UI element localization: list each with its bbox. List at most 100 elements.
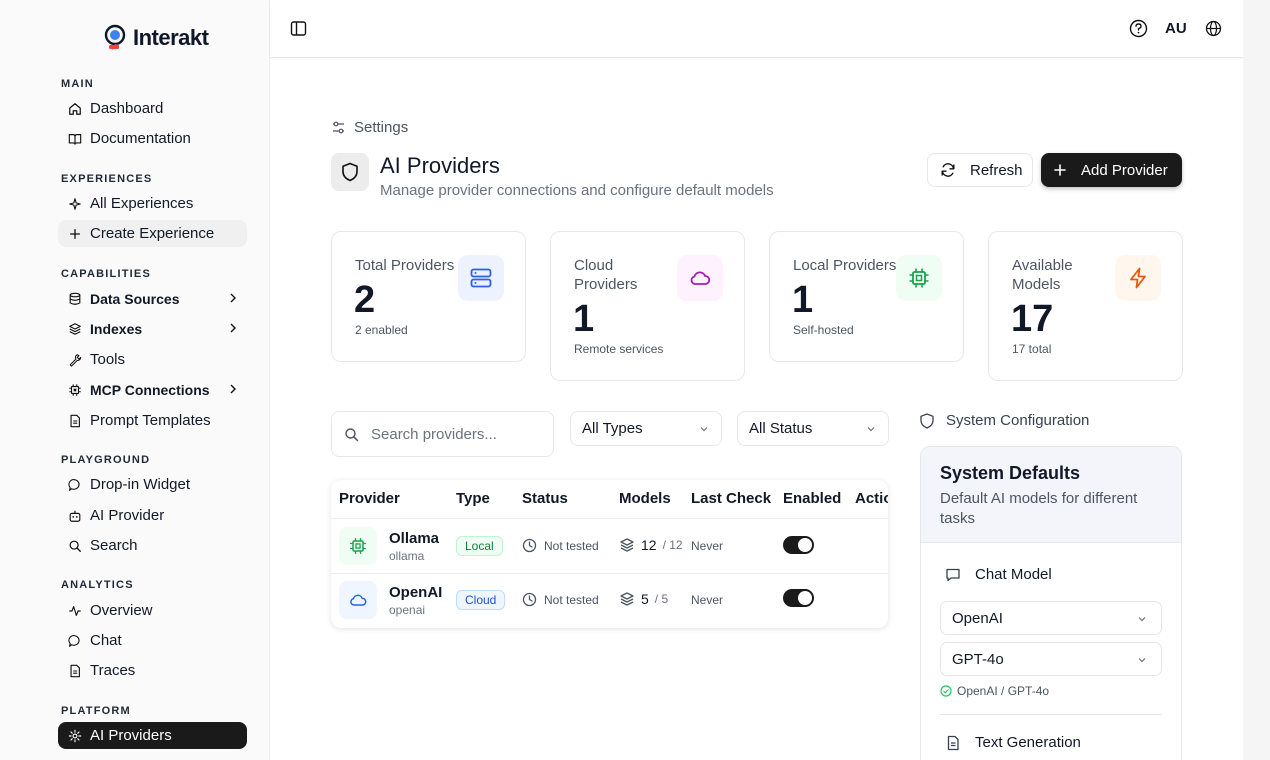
system-configuration-title: System Configuration: [946, 412, 1090, 429]
nav-chat[interactable]: Chat: [58, 627, 247, 654]
file-text-icon: [947, 735, 959, 750]
nav-dashboard[interactable]: Dashboard: [58, 95, 247, 122]
chat-model-selection: OpenAI / GPT-4o: [940, 684, 1049, 698]
last-check: Never: [691, 539, 724, 553]
chevron-right-icon: [230, 293, 236, 303]
stat-value: 1: [573, 298, 595, 340]
column-header-enabled[interactable]: Enabled: [783, 490, 841, 507]
panel-left-icon: [290, 21, 307, 36]
nav-label: All Experiences: [90, 195, 194, 212]
clock-icon: [522, 592, 537, 607]
status-text: Not tested: [544, 592, 599, 607]
models-total: / 12: [662, 538, 683, 552]
nav-overview[interactable]: Overview: [58, 597, 247, 624]
page-title: AI Providers: [380, 153, 500, 178]
enabled-toggle[interactable]: [783, 536, 814, 554]
search-icon: [69, 540, 81, 552]
nav-label: Documentation: [90, 130, 191, 147]
provider-name: OpenAI: [389, 584, 443, 601]
nav-tools[interactable]: Tools: [58, 346, 247, 373]
chevron-down-icon: [1138, 617, 1146, 622]
message-icon: [68, 478, 80, 491]
provider-icon-box: [339, 581, 377, 619]
status-filter-select[interactable]: All Status: [737, 411, 889, 446]
nav-label: Prompt Templates: [90, 412, 211, 429]
chat-model-select[interactable]: GPT-4o: [940, 642, 1162, 676]
nav-indexes[interactable]: Indexes: [58, 315, 247, 342]
system-defaults-description: Default AI models for different tasks: [940, 490, 1138, 527]
nav-prompt-templates[interactable]: Prompt Templates: [58, 407, 247, 434]
column-header-actions[interactable]: Actions: [855, 490, 888, 507]
chevron-right-icon: [230, 384, 236, 394]
stat-icon-box: [458, 255, 504, 301]
stat-card-total-providers: Total Providers 2 2 enabled: [331, 231, 526, 362]
layers-icon: [620, 538, 634, 552]
chat-model-value: GPT-4o: [952, 650, 1004, 668]
nav-label: Tools: [90, 351, 126, 368]
nav-data-sources[interactable]: Data Sources: [58, 285, 247, 312]
nav-mcp-connections[interactable]: MCP Connections: [58, 376, 247, 403]
brand-logo[interactable]: Interakt: [103, 24, 209, 52]
column-header-provider[interactable]: Provider: [339, 490, 400, 507]
section-title-playground: PLAYGROUND: [61, 454, 151, 466]
nav-label: Overview: [90, 602, 153, 619]
nav-documentation[interactable]: Documentation: [58, 125, 247, 152]
chat-icon: [68, 634, 80, 647]
add-provider-button[interactable]: Add Provider: [1041, 153, 1182, 187]
nav-traces[interactable]: Traces: [58, 657, 247, 684]
help-button[interactable]: [1129, 19, 1148, 38]
text-generation-label: Text Generation: [975, 734, 1081, 751]
layers-icon: [69, 322, 81, 335]
column-header-last-check[interactable]: Last Check: [691, 490, 771, 507]
chip-icon: [909, 268, 929, 288]
nav-create-experience[interactable]: Create Experience: [58, 220, 247, 247]
nav-all-experiences[interactable]: All Experiences: [58, 190, 247, 217]
providers-table: Provider Type Status Models Last Check E…: [331, 480, 888, 628]
section-title-main: MAIN: [61, 78, 94, 90]
models-cell: 12 / 12: [619, 537, 683, 553]
refresh-button[interactable]: Refresh: [927, 153, 1033, 187]
models-count: 5: [641, 591, 649, 607]
settings-icon: [68, 729, 82, 742]
column-header-status[interactable]: Status: [522, 490, 568, 507]
nav-label: Indexes: [90, 320, 143, 337]
nav-search[interactable]: Search: [58, 532, 247, 559]
stat-label: Total Providers: [355, 257, 455, 274]
last-check: Never: [691, 593, 724, 607]
breadcrumb-settings[interactable]: Settings: [354, 119, 408, 136]
shield-icon: [342, 162, 358, 182]
nav-label: MCP Connections: [90, 381, 210, 398]
status-cell: Not tested: [522, 592, 599, 607]
nav-ai-provider[interactable]: AI Provider: [58, 502, 247, 529]
wrench-icon: [69, 353, 82, 367]
nav-ai-providers[interactable]: AI Providers: [58, 722, 247, 749]
enabled-toggle[interactable]: [783, 589, 814, 607]
user-avatar[interactable]: AU: [1165, 20, 1187, 37]
nav-drop-in-widget[interactable]: Drop-in Widget: [58, 471, 247, 498]
sidebar: Interakt MAIN Dashboard Documentation EX…: [0, 0, 270, 760]
language-button[interactable]: [1205, 20, 1222, 37]
column-header-models[interactable]: Models: [619, 490, 671, 507]
sidebar-toggle-button[interactable]: [290, 20, 307, 37]
nav-label: Search: [90, 537, 138, 554]
nav-label: Dashboard: [90, 100, 164, 117]
provider-search-input[interactable]: [371, 425, 541, 443]
provider-name: Ollama: [389, 530, 440, 547]
globe-icon: [1205, 20, 1222, 37]
provider-search-box[interactable]: [331, 411, 554, 457]
row-divider: [331, 573, 888, 574]
refresh-label: Refresh: [970, 161, 1023, 179]
stat-value: 17: [1011, 298, 1054, 340]
column-header-type[interactable]: Type: [456, 490, 490, 507]
page-subtitle: Manage provider connections and configur…: [380, 182, 774, 199]
chat-provider-select[interactable]: OpenAI: [940, 601, 1162, 635]
type-filter-select[interactable]: All Types: [570, 411, 722, 446]
chat-icon: [946, 568, 960, 581]
system-defaults-title: System Defaults: [940, 463, 1081, 483]
clock-icon: [522, 538, 537, 553]
section-divider: [940, 714, 1162, 715]
breadcrumb[interactable]: Settings: [331, 119, 408, 136]
chevron-right-icon: [230, 323, 236, 333]
page-title-icon-box: [331, 153, 369, 191]
nav-label: AI Provider: [90, 507, 165, 524]
